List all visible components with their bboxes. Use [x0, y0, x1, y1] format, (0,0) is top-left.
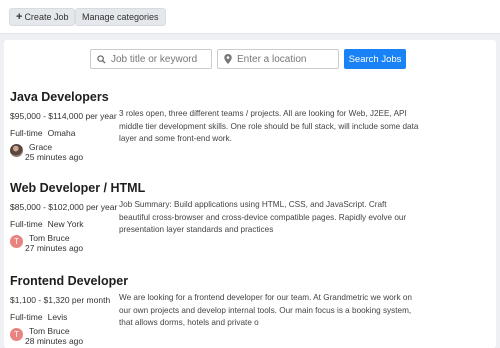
author-name: Tom Bruce	[29, 326, 70, 336]
job-type-location: Full-time Omaha	[10, 128, 75, 138]
manage-categories-label: Manage categories	[82, 12, 159, 22]
job-type: Full-time	[10, 128, 43, 138]
create-job-label: Create Job	[24, 12, 69, 22]
avatar: T	[10, 328, 23, 341]
job-salary: $85,000 - $102,000 per year	[10, 202, 118, 212]
search-jobs-button[interactable]: Search Jobs	[344, 49, 406, 69]
job-location: Omaha	[47, 128, 76, 138]
job-type-location: Full-time Levis	[10, 312, 67, 322]
location-pin-icon	[224, 54, 232, 64]
job-description: Job Summary: Build applications using HT…	[119, 200, 407, 234]
job-location: Levis	[47, 312, 68, 322]
job-description: We are looking for a frontend developer …	[119, 293, 412, 327]
job-type: Full-time	[10, 312, 43, 322]
posted-time: 27 minutes ago	[25, 243, 84, 253]
posted-time: 28 minutes ago	[25, 336, 84, 346]
plus-icon: +	[16, 10, 23, 23]
author-name: Tom Bruce	[29, 233, 70, 243]
job-salary: $95,000 - $114,000 per year	[10, 111, 117, 121]
location-search-input[interactable]: Enter a location	[217, 49, 339, 69]
avatar	[10, 144, 23, 157]
job-description: 3 roles open, three different teams / pr…	[119, 109, 419, 143]
job-location: New York	[47, 219, 84, 229]
job-type-location: Full-time New York	[10, 219, 84, 229]
create-job-button[interactable]: + Create Job	[9, 8, 76, 26]
avatar: T	[10, 235, 23, 248]
jobs-panel: Job title or keyword Enter a location Se…	[4, 40, 496, 348]
author-name: Grace	[29, 142, 53, 152]
posted-time: 25 minutes ago	[25, 152, 84, 162]
top-toolbar: + Create Job Manage categories	[0, 0, 500, 34]
search-icon	[97, 54, 106, 64]
location-placeholder: Enter a location	[237, 53, 307, 65]
keyword-search-input[interactable]: Job title or keyword	[90, 49, 212, 69]
job-salary: $1,100 - $1,320 per month	[10, 295, 111, 305]
job-title[interactable]: Frontend Developer	[10, 274, 128, 288]
manage-categories-button[interactable]: Manage categories	[75, 8, 166, 26]
job-title[interactable]: Java Developers	[10, 90, 109, 104]
job-type: Full-time	[10, 219, 43, 229]
job-title[interactable]: Web Developer / HTML	[10, 181, 145, 195]
keyword-placeholder: Job title or keyword	[111, 53, 198, 65]
